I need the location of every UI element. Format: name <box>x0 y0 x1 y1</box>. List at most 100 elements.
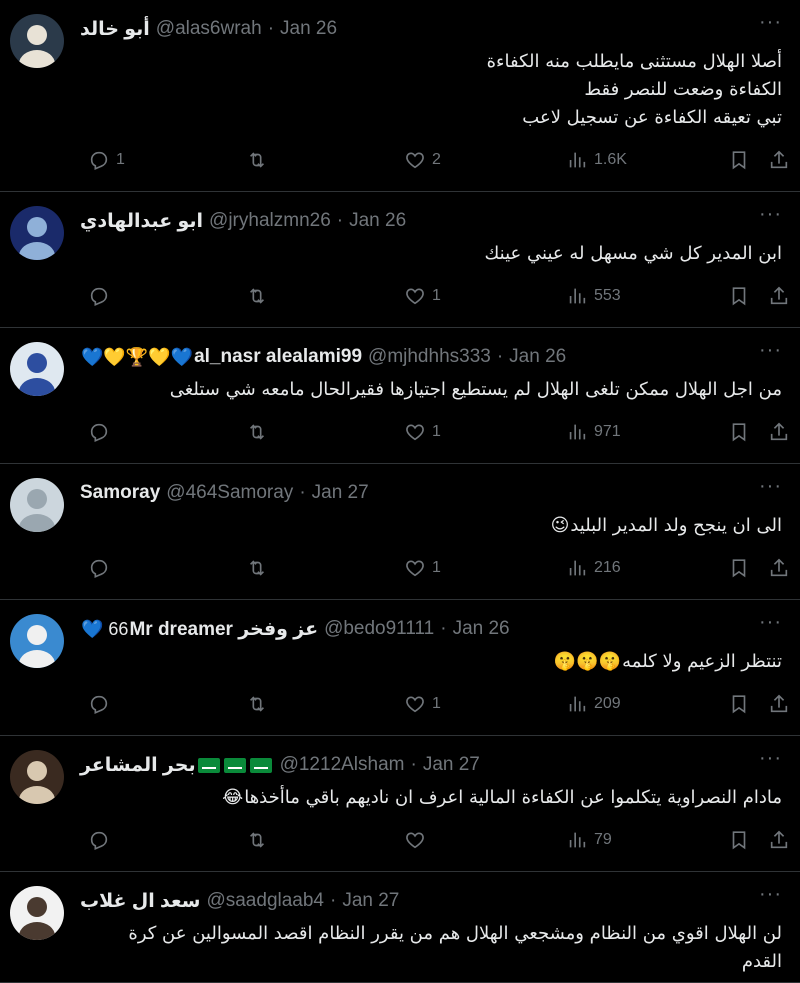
timeline-feed: ··· أبو خالد @alas6wrah · Jan 26 أصلا الهلال … <box>0 0 800 983</box>
like-button[interactable]: 2 <box>398 149 441 171</box>
author-handle[interactable]: @bedo91111 <box>324 618 434 640</box>
tweet[interactable]: ··· بحر المشاعر @1212Alsham · Jan 27 مادام ال… <box>0 736 800 872</box>
share-button[interactable] <box>762 421 790 443</box>
bookmark-button[interactable] <box>722 829 750 851</box>
views-button[interactable]: 553 <box>560 285 621 307</box>
tweet-date[interactable]: Jan 26 <box>509 346 566 368</box>
avatar[interactable] <box>10 750 64 804</box>
more-options-icon[interactable]: ··· <box>759 476 782 496</box>
views-button[interactable]: 971 <box>560 421 621 443</box>
like-button[interactable]: 1 <box>398 285 441 307</box>
reply-button[interactable] <box>82 693 116 715</box>
retweet-button[interactable] <box>240 285 274 307</box>
reply-button[interactable] <box>82 285 116 307</box>
tweet[interactable]: ··· أبو خالد @alas6wrah · Jan 26 أصلا الهلال … <box>0 0 800 192</box>
more-options-icon[interactable]: ··· <box>759 340 782 360</box>
tweet-actions: 1 553 <box>80 273 788 319</box>
reply-icon <box>88 285 110 307</box>
bookmark-button[interactable] <box>722 285 750 307</box>
avatar[interactable] <box>10 886 64 940</box>
bookmark-button[interactable] <box>722 693 750 715</box>
bookmark-icon <box>728 149 750 171</box>
author-name[interactable]: أبو خالد <box>80 18 150 41</box>
separator-dot: · <box>267 18 275 39</box>
like-button[interactable] <box>398 829 432 851</box>
retweet-button[interactable] <box>240 557 274 579</box>
like-button[interactable]: 1 <box>398 693 441 715</box>
separator-dot: · <box>330 890 337 911</box>
author-handle[interactable]: @jryhalzmn26 <box>209 210 331 232</box>
reply-icon <box>88 149 110 171</box>
like-button[interactable]: 1 <box>398 557 441 579</box>
views-button[interactable]: 216 <box>560 557 621 579</box>
tweet-date[interactable]: Jan 27 <box>342 890 399 912</box>
author-name[interactable]: Mr dreamer عز وفخر <box>129 618 318 641</box>
retweet-button[interactable] <box>240 693 274 715</box>
avatar[interactable] <box>10 614 64 668</box>
bookmark-button[interactable] <box>722 557 750 579</box>
bookmark-icon <box>728 285 750 307</box>
tweet-text: تنتظر الزعيم ولا كلمه 🤫🤫🤫 <box>80 648 784 676</box>
retweet-button[interactable] <box>240 421 274 443</box>
author-name[interactable]: ابو عبدالهادي <box>80 210 203 233</box>
separator-dot: · <box>336 210 344 231</box>
more-options-icon[interactable]: ··· <box>759 884 782 904</box>
retweet-icon <box>246 693 268 715</box>
reply-button[interactable]: 1 <box>82 149 125 171</box>
author-handle[interactable]: @alas6wrah <box>156 18 262 40</box>
author-handle[interactable]: @saadglaab4 <box>206 890 324 912</box>
retweet-icon <box>246 285 268 307</box>
retweet-button[interactable] <box>240 829 274 851</box>
retweet-button[interactable] <box>240 149 274 171</box>
author-handle[interactable]: @464Samoray <box>166 482 293 504</box>
tweet[interactable]: ··· ابو عبدالهادي @jryhalzmn26 · Jan 26 ابن ا… <box>0 192 800 328</box>
more-options-icon[interactable]: ··· <box>759 748 782 768</box>
tweet-actions: 79 <box>80 817 788 863</box>
views-button[interactable]: 209 <box>560 693 621 715</box>
more-options-icon[interactable]: ··· <box>759 612 782 632</box>
views-chart-icon <box>566 149 588 171</box>
bookmark-button[interactable] <box>722 421 750 443</box>
more-options-icon[interactable]: ··· <box>759 12 782 32</box>
reply-button[interactable] <box>82 421 116 443</box>
bookmark-icon <box>728 693 750 715</box>
author-name[interactable]: Samoray <box>80 482 160 504</box>
share-icon <box>768 693 790 715</box>
avatar[interactable] <box>10 478 64 532</box>
tweet-date[interactable]: Jan 26 <box>453 618 510 640</box>
tweet-date[interactable]: Jan 26 <box>349 210 406 232</box>
share-button[interactable] <box>762 693 790 715</box>
share-button[interactable] <box>762 285 790 307</box>
avatar[interactable] <box>10 206 64 260</box>
tweet[interactable]: ··· 💙💛🏆💛💙 al_nasr alealami99 @mjhdhhs333 · Ja… <box>0 328 800 464</box>
tweet-text-line: أصلا الهلال مستثنى مايطلب منه الكفاءة <box>486 51 782 72</box>
author-name[interactable]: al_nasr alealami99 <box>194 346 362 368</box>
author-handle[interactable]: @mjhdhhs333 <box>368 346 491 368</box>
reply-button[interactable] <box>82 557 116 579</box>
more-options-icon[interactable]: ··· <box>759 204 782 224</box>
views-button[interactable]: 79 <box>560 829 612 851</box>
bookmark-button[interactable] <box>722 149 750 171</box>
share-button[interactable] <box>762 149 790 171</box>
author-name[interactable]: بحر المشاعر <box>80 754 196 777</box>
share-icon <box>768 149 790 171</box>
avatar[interactable] <box>10 342 64 396</box>
tweet[interactable]: ··· سعد ال غلاب @saadglaab4 · Jan 27 لن الهلا… <box>0 872 800 983</box>
tweet-header: 💙 66 Mr dreamer عز وفخر @bedo91111 · Jan 26 <box>80 614 784 644</box>
author-name[interactable]: سعد ال غلاب <box>80 890 200 913</box>
tweet[interactable]: ··· Samoray @464Samoray · Jan 27 الى ان ينجح … <box>0 464 800 600</box>
share-button[interactable] <box>762 557 790 579</box>
views-button[interactable]: 1.6K <box>560 149 627 171</box>
reply-button[interactable] <box>82 829 116 851</box>
avatar[interactable] <box>10 14 64 68</box>
author-handle[interactable]: @1212Alsham <box>280 754 405 776</box>
tweet-date[interactable]: Jan 27 <box>312 482 369 504</box>
tweet-date[interactable]: Jan 26 <box>280 18 337 40</box>
tweet[interactable]: ··· 💙 66 Mr dreamer عز وفخر @bedo91111 · Jan … <box>0 600 800 736</box>
retweet-icon <box>246 421 268 443</box>
share-button[interactable] <box>762 829 790 851</box>
heart-icon <box>404 829 426 851</box>
tweet-date[interactable]: Jan 27 <box>423 754 480 776</box>
like-button[interactable]: 1 <box>398 421 441 443</box>
tweet-actions: 1 2 1.6K <box>80 137 788 183</box>
